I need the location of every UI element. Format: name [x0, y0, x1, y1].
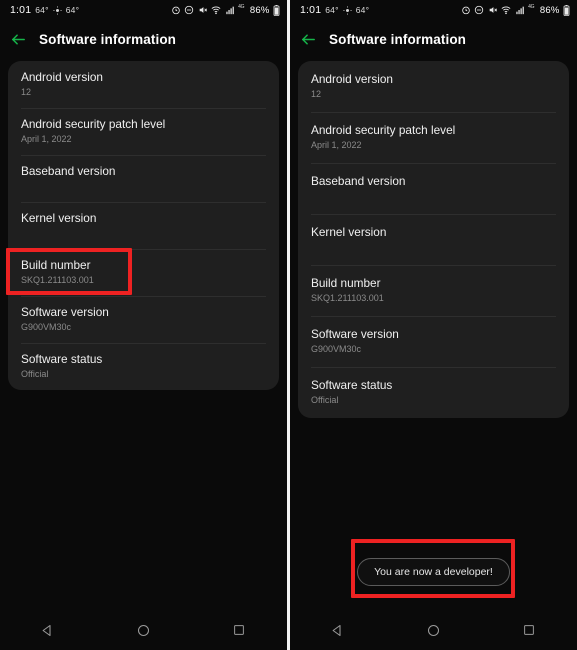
screenshot-stage: 1:01 64° 64° 4G 86% Software information… [0, 0, 577, 650]
do-not-disturb-icon [474, 5, 484, 15]
list-item[interactable]: Baseband version [8, 155, 279, 202]
battery-icon [273, 4, 280, 16]
status-temp-primary: 64° [325, 5, 339, 15]
list-item-title: Kernel version [21, 211, 97, 225]
page-title: Software information [329, 31, 467, 47]
list-item-build-number[interactable]: Build number SKQ1.211103.001 [8, 249, 279, 296]
weather-icon [343, 5, 352, 15]
navigation-bar [0, 610, 287, 650]
list-item[interactable]: Kernel version [298, 214, 569, 265]
back-nav-icon[interactable] [28, 615, 68, 645]
app-bar: Software information [290, 20, 577, 58]
list-item[interactable]: Android security patch level April 1, 20… [298, 112, 569, 163]
list-item-title: Android version [21, 70, 103, 84]
list-item[interactable]: Software version G900VM30c [298, 316, 569, 367]
navigation-bar [290, 610, 577, 650]
home-nav-icon[interactable] [413, 615, 453, 645]
list-item-value [311, 241, 556, 254]
list-item-title: Android version [311, 72, 393, 86]
wifi-icon [501, 5, 511, 15]
list-item-value: G900VM30c [311, 344, 362, 354]
mute-icon [198, 5, 208, 15]
signal-icon [225, 5, 236, 15]
home-nav-icon[interactable] [123, 615, 163, 645]
back-arrow-icon[interactable] [300, 31, 317, 48]
phone-screen-before: 1:01 64° 64° 4G 86% Software information… [0, 0, 287, 650]
software-info-list: Android version 12 Android security patc… [298, 61, 569, 418]
status-bar-left: 1:01 64° 64° [10, 4, 79, 16]
recents-nav-icon[interactable] [219, 615, 259, 645]
list-item[interactable]: Android version 12 [298, 61, 569, 112]
alarm-icon [171, 5, 181, 15]
status-temp-secondary: 64° [355, 5, 370, 15]
alarm-icon [461, 5, 471, 15]
list-item-value: April 1, 2022 [311, 140, 362, 150]
list-item-title: Software version [311, 327, 399, 341]
network-type-label: 4G [238, 4, 245, 10]
list-item-value: 12 [311, 89, 322, 99]
phone-screen-after: 1:01 64° 64° 4G 86% Software information… [290, 0, 577, 650]
list-item-value: April 1, 2022 [21, 134, 72, 144]
status-bar-left: 1:01 64° 64° [300, 4, 369, 16]
list-item-value: Official [21, 369, 49, 379]
list-item-title: Baseband version [21, 164, 116, 178]
page-title: Software information [39, 31, 177, 47]
list-item-value: SKQ1.211103.001 [311, 293, 384, 303]
list-item-title: Build number [21, 258, 91, 272]
list-item-title: Build number [311, 276, 381, 290]
list-item-title: Software status [311, 378, 393, 392]
list-item-title: Android security patch level [21, 117, 166, 131]
list-item[interactable]: Android security patch level April 1, 20… [8, 108, 279, 155]
list-item[interactable]: Software version G900VM30c [8, 296, 279, 343]
status-bar-right: 4G 86% [461, 4, 570, 16]
list-item[interactable]: Software status Official [8, 343, 279, 390]
status-temp-primary: 64° [35, 5, 49, 15]
status-time: 1:01 [10, 4, 32, 16]
battery-percent: 86% [539, 4, 560, 16]
do-not-disturb-icon [184, 5, 194, 15]
back-nav-icon[interactable] [318, 615, 358, 645]
status-bar: 1:01 64° 64° 4G 86% [0, 0, 287, 20]
list-item-value: Official [311, 395, 339, 405]
app-bar: Software information [0, 20, 287, 58]
battery-icon [563, 4, 570, 16]
status-time: 1:01 [300, 4, 322, 16]
toast-container: You are now a developer! [290, 558, 577, 586]
list-item[interactable]: Kernel version [8, 202, 279, 249]
status-bar: 1:01 64° 64° 4G 86% [290, 0, 577, 20]
list-item-value [21, 227, 266, 240]
list-item-value: G900VM30c [21, 322, 72, 332]
developer-toast: You are now a developer! [357, 558, 510, 586]
list-item-build-number[interactable]: Build number SKQ1.211103.001 [298, 265, 569, 316]
list-item-title: Android security patch level [311, 123, 456, 137]
mute-icon [488, 5, 498, 15]
list-item-title: Software status [21, 352, 103, 366]
list-item-value: SKQ1.211103.001 [21, 275, 94, 285]
list-item-value [311, 190, 556, 203]
list-item-value [21, 180, 266, 193]
list-item[interactable]: Software status Official [298, 367, 569, 418]
battery-percent: 86% [249, 4, 270, 16]
wifi-icon [211, 5, 221, 15]
list-item[interactable]: Android version 12 [8, 61, 279, 108]
status-bar-right: 4G 86% [171, 4, 280, 16]
list-item[interactable]: Baseband version [298, 163, 569, 214]
back-arrow-icon[interactable] [10, 31, 27, 48]
list-item-value: 12 [21, 87, 32, 97]
list-item-title: Software version [21, 305, 109, 319]
status-temp-secondary: 64° [65, 5, 80, 15]
list-item-title: Kernel version [311, 225, 387, 239]
software-info-list: Android version 12 Android security patc… [8, 61, 279, 390]
recents-nav-icon[interactable] [509, 615, 549, 645]
signal-icon [515, 5, 526, 15]
weather-icon [53, 5, 62, 15]
network-type-label: 4G [528, 4, 535, 10]
list-item-title: Baseband version [311, 174, 406, 188]
